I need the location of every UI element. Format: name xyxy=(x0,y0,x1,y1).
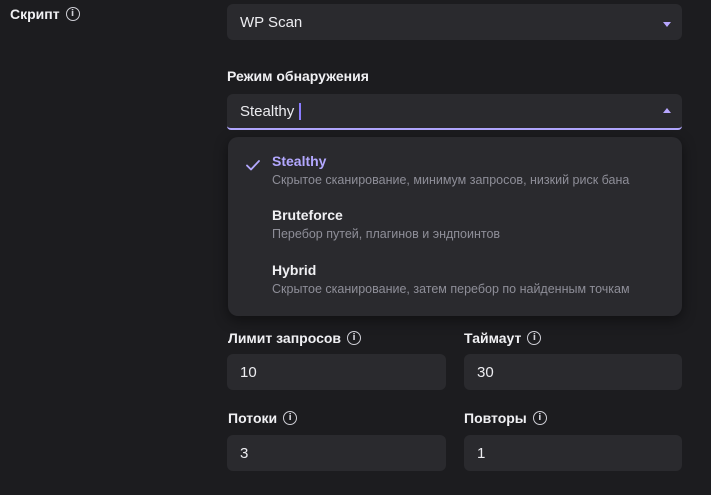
timeout-label: Таймаут i xyxy=(464,330,542,346)
threads-value: 3 xyxy=(240,444,249,462)
retries-label: Повторы i xyxy=(464,410,547,426)
detection-mode-input-value: Stealthy xyxy=(240,102,295,120)
threads-label: Потоки i xyxy=(228,410,298,426)
info-icon[interactable]: i xyxy=(65,7,80,21)
timeout-input[interactable]: 30 xyxy=(464,354,682,390)
retries-label-text: Повторы xyxy=(464,410,527,426)
check-icon xyxy=(246,160,260,171)
info-icon[interactable]: i xyxy=(527,331,542,345)
option-hybrid[interactable]: Hybrid Скрытое сканирование, затем переб… xyxy=(228,246,682,300)
retries-value: 1 xyxy=(477,444,486,462)
request-limit-label-text: Лимит запросов xyxy=(228,330,342,346)
option-description: Скрытое сканирование, затем перебор по н… xyxy=(272,282,630,296)
script-select-value: WP Scan xyxy=(240,13,303,31)
detection-mode-label-text: Режим обнаружения xyxy=(227,68,369,84)
option-description: Скрытое сканирование, минимум запросов, … xyxy=(272,173,630,187)
request-limit-input[interactable]: 10 xyxy=(227,354,446,390)
option-bruteforce[interactable]: Bruteforce Перебор путей, плагинов и энд… xyxy=(228,191,682,245)
info-icon[interactable]: i xyxy=(347,331,362,345)
retries-input[interactable]: 1 xyxy=(464,435,682,471)
request-limit-value: 10 xyxy=(240,363,257,381)
detection-mode-input[interactable]: Stealthy xyxy=(227,94,682,130)
caret-down-icon xyxy=(663,22,671,27)
script-select[interactable]: WP Scan xyxy=(227,4,682,40)
option-title: Bruteforce xyxy=(272,207,343,223)
text-cursor xyxy=(299,102,301,120)
option-stealthy[interactable]: Stealthy Скрытое сканирование, минимум з… xyxy=(228,137,682,191)
threads-label-text: Потоки xyxy=(228,410,278,426)
option-title: Stealthy xyxy=(272,153,327,169)
timeout-value: 30 xyxy=(477,363,494,381)
option-title: Hybrid xyxy=(272,262,317,278)
option-description: Перебор путей, плагинов и эндпоинтов xyxy=(272,227,501,241)
info-icon[interactable]: i xyxy=(283,411,298,425)
caret-up-icon xyxy=(663,108,671,113)
info-icon[interactable]: i xyxy=(532,411,547,425)
detection-mode-label: Режим обнаружения xyxy=(227,68,369,84)
script-label-text: Скрипт xyxy=(10,6,60,22)
request-limit-label: Лимит запросов i xyxy=(228,330,362,346)
timeout-label-text: Таймаут xyxy=(464,330,522,346)
threads-input[interactable]: 3 xyxy=(227,435,446,471)
detection-mode-dropdown: Stealthy Скрытое сканирование, минимум з… xyxy=(228,137,682,316)
script-label: Скрипт i xyxy=(10,6,80,22)
